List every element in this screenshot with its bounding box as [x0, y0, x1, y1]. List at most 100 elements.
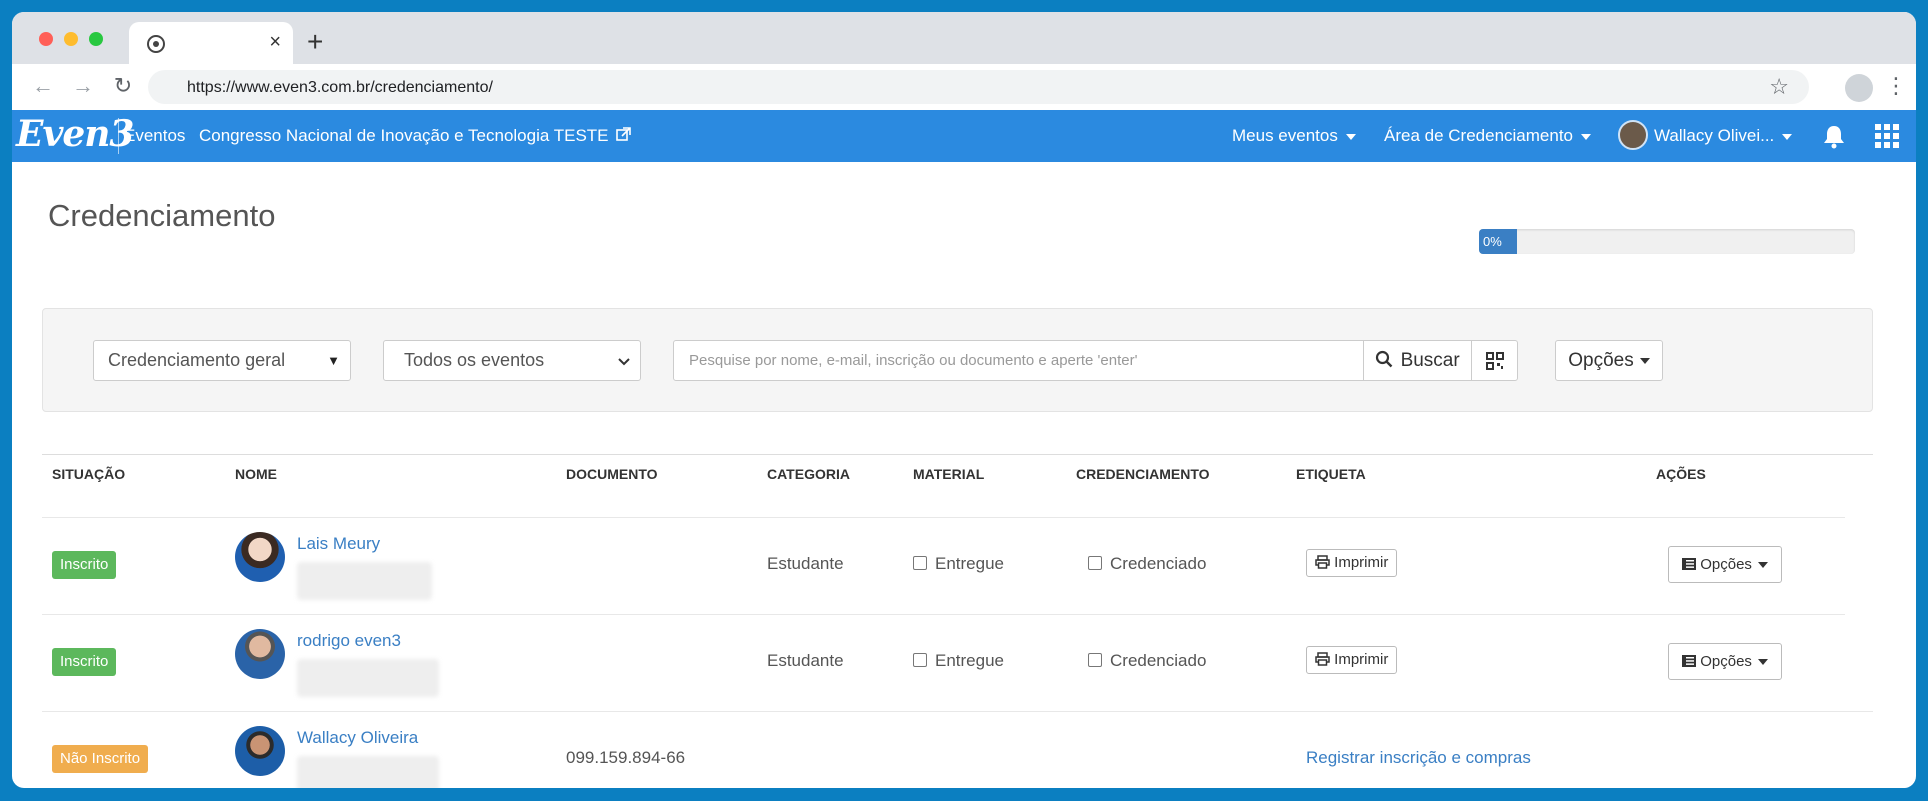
print-icon [1315, 555, 1330, 569]
search-button-label: Buscar [1400, 350, 1460, 371]
register-link[interactable]: Registrar inscrição e compras [1306, 748, 1531, 768]
print-button[interactable]: Imprimir [1306, 646, 1398, 674]
header-credenciamento: CREDENCIAMENTO [1076, 466, 1210, 482]
caret-down-icon [1345, 133, 1356, 140]
user-name-label: Wallacy Olivei... [1654, 126, 1775, 145]
meus-eventos-label: Meus eventos [1232, 126, 1338, 145]
area-credenciamento-label: Área de Credenciamento [1384, 126, 1574, 145]
page-title: Credenciamento [48, 198, 276, 233]
close-tab-icon[interactable]: × [269, 31, 281, 53]
participant-name-link[interactable]: Wallacy Oliveira [297, 728, 418, 748]
chevron-down-icon [618, 358, 630, 366]
status-badge: Não Inscrito [52, 745, 149, 773]
user-menu-dropdown[interactable]: Wallacy Olivei... [1654, 126, 1793, 146]
checkbox-icon [913, 556, 927, 570]
redacted-email [297, 659, 439, 697]
maximize-window-button[interactable] [89, 32, 103, 46]
print-icon [1315, 652, 1330, 666]
print-label: Imprimir [1334, 554, 1389, 571]
nav-eventos[interactable]: Eventos [124, 126, 185, 146]
table-top-border [42, 454, 1873, 455]
print-button[interactable]: Imprimir [1306, 549, 1398, 577]
credenciamento-checkbox[interactable]: Credenciado [1088, 554, 1206, 574]
qrcode-button[interactable] [1471, 340, 1518, 381]
area-credenciamento-dropdown[interactable]: Área de Credenciamento [1384, 126, 1592, 146]
profile-icon[interactable] [1845, 74, 1873, 102]
header-acoes: AÇÕES [1656, 466, 1706, 482]
new-tab-button[interactable]: + [307, 28, 323, 56]
participant-name-link[interactable]: rodrigo even3 [297, 631, 401, 651]
checkbox-icon [913, 653, 927, 667]
bell-icon[interactable] [1820, 122, 1848, 150]
eventos-select-value: Todos os eventos [404, 350, 545, 370]
material-checkbox[interactable]: Entregue [913, 651, 1004, 671]
app-navbar: Even3 Eventos Congresso Nacional de Inov… [12, 110, 1916, 162]
browser-tab[interactable]: × [129, 22, 293, 64]
material-checkbox[interactable]: Entregue [913, 554, 1004, 574]
header-material: MATERIAL [913, 466, 985, 482]
caret-down-icon [1757, 562, 1768, 569]
checkbox-icon [1088, 556, 1102, 570]
header-documento: DOCUMENTO [566, 466, 658, 482]
header-situacao: SITUAÇÃO [52, 466, 126, 482]
tab-strip: × + [12, 12, 1916, 64]
reload-icon[interactable]: ↻ [110, 73, 136, 99]
progress-bar: 0% [1479, 229, 1855, 254]
address-bar[interactable]: https://www.even3.com.br/credenciamento/… [148, 70, 1809, 104]
credenciamento-label: Credenciado [1110, 554, 1207, 573]
caret-down-icon [1581, 133, 1592, 140]
forward-icon[interactable]: → [70, 73, 96, 99]
status-badge: Inscrito [52, 551, 117, 579]
star-icon[interactable]: ☆ [1769, 74, 1789, 100]
minimize-window-button[interactable] [64, 32, 78, 46]
eventos-select[interactable]: Todos os eventos [383, 340, 641, 381]
close-window-button[interactable] [39, 32, 53, 46]
table-row: Inscrito Lais Meury Estudante Entregue C… [42, 517, 1845, 614]
url-text[interactable]: https://www.even3.com.br/credenciamento/ [187, 79, 493, 97]
browser-window: × + ← → ↻ https://www.even3.com.br/crede… [12, 12, 1916, 788]
chrome-icon [147, 35, 165, 53]
row-options-label: Opções [1700, 653, 1752, 670]
credenciamento-select[interactable]: Credenciamento geral ▼ [93, 340, 351, 381]
caret-down-icon [1639, 357, 1650, 364]
kebab-icon[interactable]: ⋮ [1885, 73, 1907, 99]
progress-fill: 0% [1479, 229, 1517, 254]
search-input[interactable]: Pesquise por nome, e-mail, inscrição ou … [673, 340, 1364, 381]
row-options-button[interactable]: Opções [1668, 546, 1782, 583]
search-icon [1376, 350, 1393, 368]
status-badge: Inscrito [52, 648, 117, 676]
filter-panel: Credenciamento geral ▼ Todos os eventos … [42, 308, 1873, 412]
checkbox-icon [1088, 653, 1102, 667]
row-options-label: Opções [1700, 556, 1752, 573]
documento-cell: 099.159.894-66 [566, 748, 686, 767]
redacted-email [297, 756, 439, 788]
search-button[interactable]: Buscar [1363, 340, 1472, 381]
row-options-button[interactable]: Opções [1668, 643, 1782, 680]
logo-divider [118, 118, 119, 154]
credenciamento-checkbox[interactable]: Credenciado [1088, 651, 1206, 671]
caret-down-icon [1782, 133, 1793, 140]
material-label: Entregue [935, 651, 1004, 670]
user-avatar[interactable] [1618, 120, 1648, 150]
apps-grid-icon[interactable] [1875, 124, 1899, 148]
qrcode-icon [1486, 352, 1504, 370]
categoria-cell: Estudante [767, 651, 844, 670]
header-nome: NOME [235, 466, 277, 482]
redacted-email [297, 562, 432, 600]
event-title-link[interactable]: Congresso Nacional de Inovação e Tecnolo… [199, 126, 632, 146]
participant-name-link[interactable]: Lais Meury [297, 534, 380, 554]
meus-eventos-dropdown[interactable]: Meus eventos [1232, 126, 1356, 146]
categoria-cell: Estudante [767, 554, 844, 573]
avatar [235, 629, 285, 679]
avatar [235, 532, 285, 582]
header-etiqueta: ETIQUETA [1296, 466, 1366, 482]
caret-down-icon [1757, 659, 1768, 666]
event-title-text: Congresso Nacional de Inovação e Tecnolo… [199, 126, 609, 145]
options-dropdown-button[interactable]: Opções [1555, 340, 1663, 381]
options-button-label: Opções [1568, 350, 1634, 371]
list-icon [1682, 558, 1697, 570]
credenciamento-label: Credenciado [1110, 651, 1207, 670]
even3-logo[interactable]: Even3 [16, 113, 134, 155]
address-toolbar: ← → ↻ https://www.even3.com.br/credencia… [12, 64, 1916, 110]
back-icon[interactable]: ← [30, 73, 56, 99]
